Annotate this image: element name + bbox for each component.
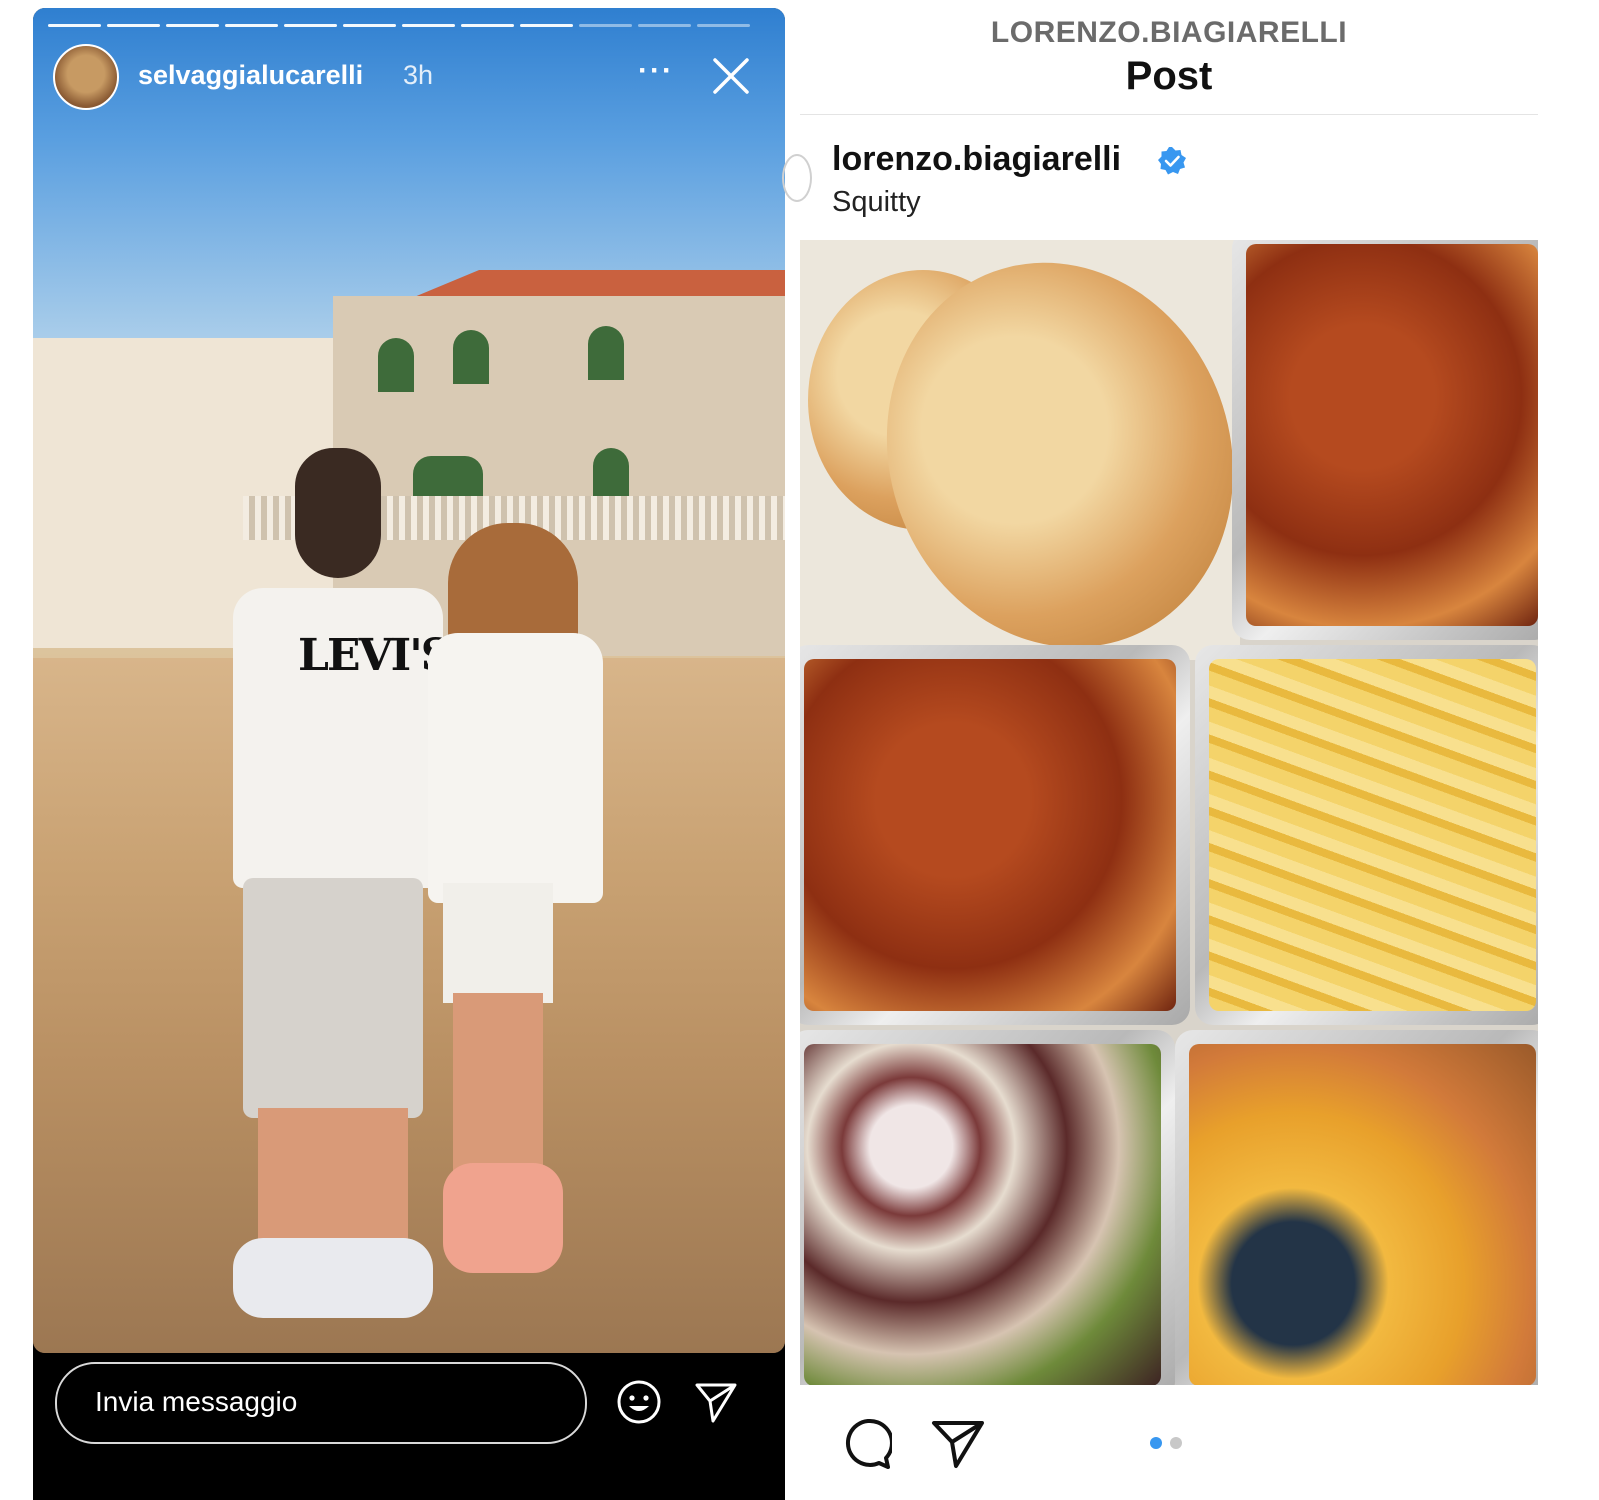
villa-window: [593, 448, 629, 502]
more-icon[interactable]: ···: [638, 54, 674, 88]
comment-icon[interactable]: [840, 1418, 892, 1470]
story-viewer: LEVI'S selvaggialucarelli 3h ··· Invia m…: [33, 8, 785, 1500]
progress-segment: [638, 24, 691, 27]
food-lasagna: [804, 659, 1176, 1011]
man-head: [295, 448, 381, 578]
close-icon[interactable]: [711, 56, 751, 96]
woman-shirt: [428, 633, 603, 903]
food-tray: [1175, 1030, 1538, 1385]
post-photo[interactable]: [800, 240, 1538, 1385]
progress-segment: [225, 24, 278, 27]
progress-segment: [520, 24, 573, 27]
man-shorts: [243, 878, 423, 1118]
story-avatar[interactable]: [53, 44, 119, 110]
food-ravioli-mussels: [1189, 1044, 1536, 1385]
post-location[interactable]: Squitty: [832, 186, 921, 219]
send-icon[interactable]: [693, 1379, 739, 1425]
header-divider: [800, 114, 1538, 115]
woman-shoes: [443, 1163, 563, 1273]
emoji-icon[interactable]: [616, 1379, 662, 1425]
verified-badge-icon: [1158, 147, 1186, 175]
food-fries: [1209, 659, 1536, 1011]
progress-segment: [284, 24, 337, 27]
person-woman: [428, 523, 608, 1323]
food-tray: [1232, 240, 1538, 640]
progress-segment: [402, 24, 455, 27]
carousel-dot: [1150, 1437, 1162, 1449]
page-title: Post: [1125, 54, 1213, 98]
progress-segment: [48, 24, 101, 27]
carousel-dot: [1170, 1437, 1182, 1449]
food-octopus-salad: [804, 1044, 1161, 1385]
post-username[interactable]: lorenzo.biagiarelli: [832, 140, 1121, 179]
reply-placeholder: Invia messaggio: [95, 1386, 298, 1417]
post-header-account: LORENZO.BIAGIARELLI: [990, 16, 1348, 49]
villa-window: [453, 330, 489, 384]
carousel-indicator: [1150, 1437, 1182, 1449]
send-icon[interactable]: [930, 1418, 986, 1470]
villa-window: [378, 338, 414, 392]
progress-segment: [107, 24, 160, 27]
food-tray: [800, 1030, 1175, 1385]
progress-segment: [697, 24, 750, 27]
progress-segment: [461, 24, 514, 27]
progress-segment: [343, 24, 396, 27]
food-lasagna: [1246, 244, 1538, 626]
story-photo[interactable]: LEVI'S selvaggialucarelli 3h ···: [33, 8, 785, 1353]
progress-segment: [579, 24, 632, 27]
progress-segment: [166, 24, 219, 27]
post-view: LORENZO.BIAGIARELLI Post lorenzo.biagiar…: [782, 0, 1599, 1500]
story-progress-bar: [48, 24, 750, 27]
food-tray: [1195, 645, 1538, 1025]
woman-shorts: [443, 883, 553, 1003]
man-shoes: [233, 1238, 433, 1318]
reply-input[interactable]: Invia messaggio: [55, 1362, 587, 1444]
person-man: LEVI'S: [213, 448, 453, 1348]
story-timestamp: 3h: [403, 60, 434, 90]
villa-window: [588, 326, 624, 380]
food-tray: [800, 645, 1190, 1025]
post-avatar[interactable]: [782, 154, 812, 202]
story-username[interactable]: selvaggialucarelli: [138, 60, 363, 91]
